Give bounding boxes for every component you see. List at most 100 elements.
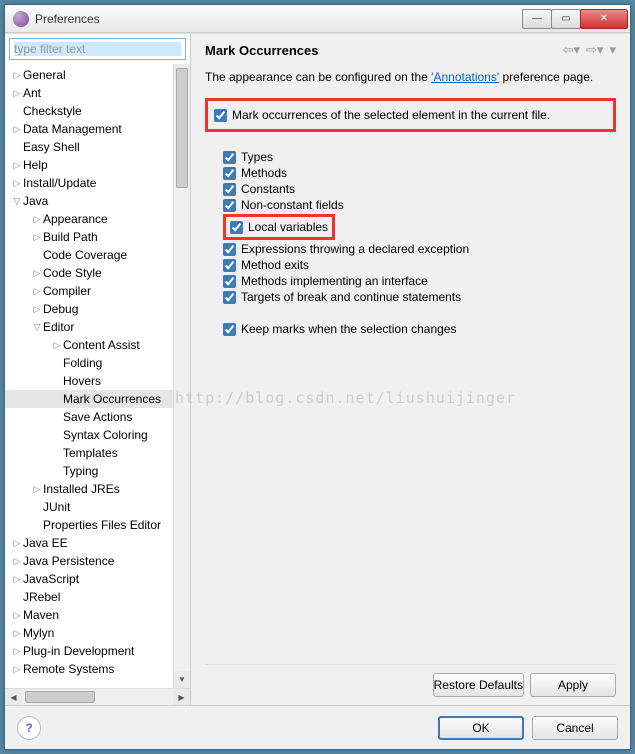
tree-node-jrebel[interactable]: ▷JRebel [5,588,190,606]
main-panel: Mark Occurrences ⇦▾ ⇨▾ ▾ The appearance … [191,34,630,705]
expand-icon[interactable]: ▽ [31,322,43,333]
option-constants[interactable]: Constants [223,182,616,196]
expand-icon[interactable]: ▷ [11,556,23,567]
tree-node-java[interactable]: ▽Java [5,192,190,210]
apply-button[interactable]: Apply [530,673,616,697]
menu-icon[interactable]: ▾ [609,42,616,58]
highlight-local-variables: Local variables [223,214,335,240]
minimize-button[interactable]: — [522,9,552,29]
expand-icon[interactable]: ▷ [31,484,43,495]
tree-node-code-style[interactable]: ▷Code Style [5,264,190,282]
forward-icon[interactable]: ⇨▾ [586,42,603,58]
keep-marks-checkbox[interactable]: Keep marks when the selection changes [223,322,616,336]
option-method-exits[interactable]: Method exits [223,258,616,272]
tree-node-java-persistence[interactable]: ▷Java Persistence [5,552,190,570]
tree-node-build-path[interactable]: ▷Build Path [5,228,190,246]
option-non-constant-fields[interactable]: Non-constant fields [223,198,616,212]
tree-node-templates[interactable]: ▷Templates [5,444,190,462]
description: The appearance can be configured on the … [205,70,616,84]
ok-button[interactable]: OK [438,716,524,740]
tree-node-mylyn[interactable]: ▷Mylyn [5,624,190,642]
tree-node-debug[interactable]: ▷Debug [5,300,190,318]
tree-node-editor[interactable]: ▽Editor [5,318,190,336]
tree-node-remote-systems[interactable]: ▷Remote Systems [5,660,190,678]
expand-icon[interactable]: ▷ [11,178,23,189]
expand-icon[interactable]: ▷ [11,160,23,171]
option-methods-implementing-an-interface[interactable]: Methods implementing an interface [223,274,616,288]
expand-icon[interactable]: ▷ [11,664,23,675]
tree-node-junit[interactable]: ▷JUnit [5,498,190,516]
back-icon[interactable]: ⇦▾ [563,42,580,58]
scroll-thumb[interactable] [176,68,188,188]
tree-node-properties-files-editor[interactable]: ▷Properties Files Editor [5,516,190,534]
window-title: Preferences [35,12,523,26]
tree-node-hovers[interactable]: ▷Hovers [5,372,190,390]
nav-buttons: ⇦▾ ⇨▾ ▾ [563,42,616,58]
expand-icon[interactable]: ▷ [31,304,43,315]
option-local-variables[interactable]: Local variables [230,220,328,234]
tree-node-ant[interactable]: ▷Ant [5,84,190,102]
help-button[interactable]: ? [17,716,41,740]
tree-node-mark-occurrences[interactable]: ▷Mark Occurrences [5,390,190,408]
app-icon [13,11,29,27]
expand-icon[interactable]: ▷ [11,124,23,135]
scroll-left-icon[interactable]: ◀ [5,689,22,705]
scroll-right-icon[interactable]: ▶ [173,689,190,705]
tree-node-code-coverage[interactable]: ▷Code Coverage [5,246,190,264]
tree-node-save-actions[interactable]: ▷Save Actions [5,408,190,426]
preferences-tree[interactable]: ▷General▷Ant▷Checkstyle▷Data Management▷… [5,64,190,688]
expand-icon[interactable]: ▷ [11,88,23,99]
close-button[interactable]: ✕ [580,9,628,29]
expand-icon[interactable]: ▷ [31,214,43,225]
tree-node-easy-shell[interactable]: ▷Easy Shell [5,138,190,156]
tree-node-content-assist[interactable]: ▷Content Assist [5,336,190,354]
page-title: Mark Occurrences [205,43,563,58]
expand-icon[interactable]: ▷ [11,628,23,639]
tree-node-java-ee[interactable]: ▷Java EE [5,534,190,552]
master-checkbox[interactable]: Mark occurrences of the selected element… [214,108,607,122]
expand-icon[interactable]: ▷ [11,538,23,549]
cancel-button[interactable]: Cancel [532,716,618,740]
tree-node-syntax-coloring[interactable]: ▷Syntax Coloring [5,426,190,444]
restore-defaults-button[interactable]: Restore Defaults [433,673,524,697]
hscroll-thumb[interactable] [25,691,95,703]
tree-node-appearance[interactable]: ▷Appearance [5,210,190,228]
filter-box[interactable] [9,38,186,60]
expand-icon[interactable]: ▷ [11,70,23,81]
expand-icon[interactable]: ▽ [11,196,23,207]
options-group: Types Methods Constants Non-constant fields… [223,148,616,306]
tree-node-help[interactable]: ▷Help [5,156,190,174]
expand-icon[interactable]: ▷ [11,610,23,621]
tree-node-installed-jres[interactable]: ▷Installed JREs [5,480,190,498]
tree-node-maven[interactable]: ▷Maven [5,606,190,624]
annotations-link[interactable]: 'Annotations' [431,70,499,84]
sidebar: ▷General▷Ant▷Checkstyle▷Data Management▷… [5,34,191,705]
expand-icon[interactable]: ▷ [31,268,43,279]
vertical-scrollbar[interactable]: ▲ ▼ [173,64,190,688]
expand-icon[interactable]: ▷ [11,646,23,657]
option-expressions-throwing-a-declared-exception[interactable]: Expressions throwing a declared exceptio… [223,242,616,256]
scroll-down-icon[interactable]: ▼ [174,671,190,688]
expand-icon[interactable]: ▷ [11,574,23,585]
highlight-master: Mark occurrences of the selected element… [205,98,616,132]
tree-node-install-update[interactable]: ▷Install/Update [5,174,190,192]
tree-node-javascript[interactable]: ▷JavaScript [5,570,190,588]
horizontal-scrollbar[interactable]: ◀ ▶ [5,688,190,705]
tree-node-general[interactable]: ▷General [5,66,190,84]
filter-input[interactable] [14,42,181,56]
tree-node-checkstyle[interactable]: ▷Checkstyle [5,102,190,120]
titlebar[interactable]: Preferences — ▭ ✕ [5,5,630,33]
tree-node-typing[interactable]: ▷Typing [5,462,190,480]
option-types[interactable]: Types [223,150,616,164]
tree-node-plug-in-development[interactable]: ▷Plug-in Development [5,642,190,660]
expand-icon[interactable]: ▷ [31,286,43,297]
tree-node-folding[interactable]: ▷Folding [5,354,190,372]
maximize-button[interactable]: ▭ [551,9,581,29]
option-methods[interactable]: Methods [223,166,616,180]
tree-node-compiler[interactable]: ▷Compiler [5,282,190,300]
expand-icon[interactable]: ▷ [31,232,43,243]
preferences-window: Preferences — ▭ ✕ ▷General▷Ant▷Checkstyl… [4,4,631,750]
tree-node-data-management[interactable]: ▷Data Management [5,120,190,138]
option-targets-of-break-and-continue-statements[interactable]: Targets of break and continue statements [223,290,616,304]
expand-icon[interactable]: ▷ [51,340,63,351]
